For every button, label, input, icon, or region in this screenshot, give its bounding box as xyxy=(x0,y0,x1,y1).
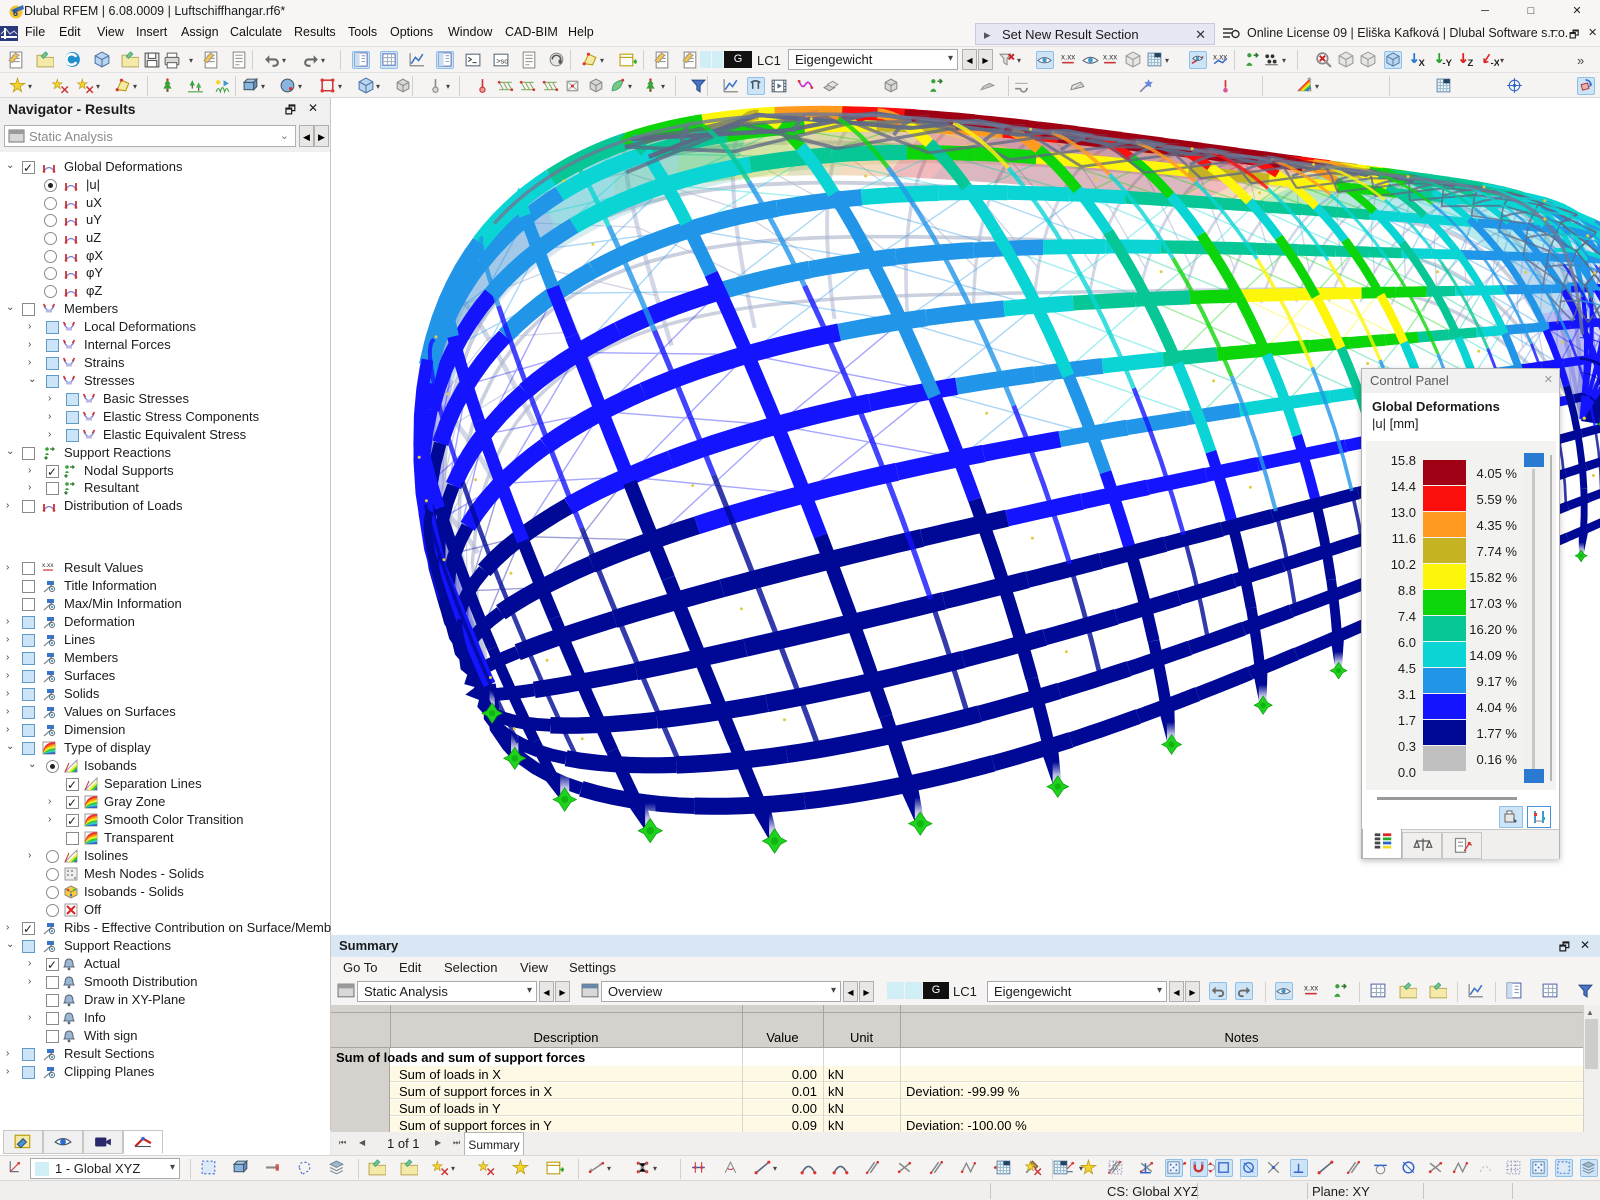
svg-text:-Y: -Y xyxy=(1442,58,1452,69)
svg-text:x.xx: x.xx xyxy=(1061,52,1075,61)
svg-text:-X: -X xyxy=(1491,58,1499,69)
svg-text:x.xx: x.xx xyxy=(1304,983,1318,992)
svg-text:X: X xyxy=(1418,58,1425,69)
svg-text:Z: Z xyxy=(1467,58,1473,69)
svg-text:x.xx: x.xx xyxy=(1103,52,1117,61)
svg-text:>sc: >sc xyxy=(496,57,508,66)
svg-text:6: 6 xyxy=(13,8,18,18)
svg-text:x.xx: x.xx xyxy=(42,562,54,569)
